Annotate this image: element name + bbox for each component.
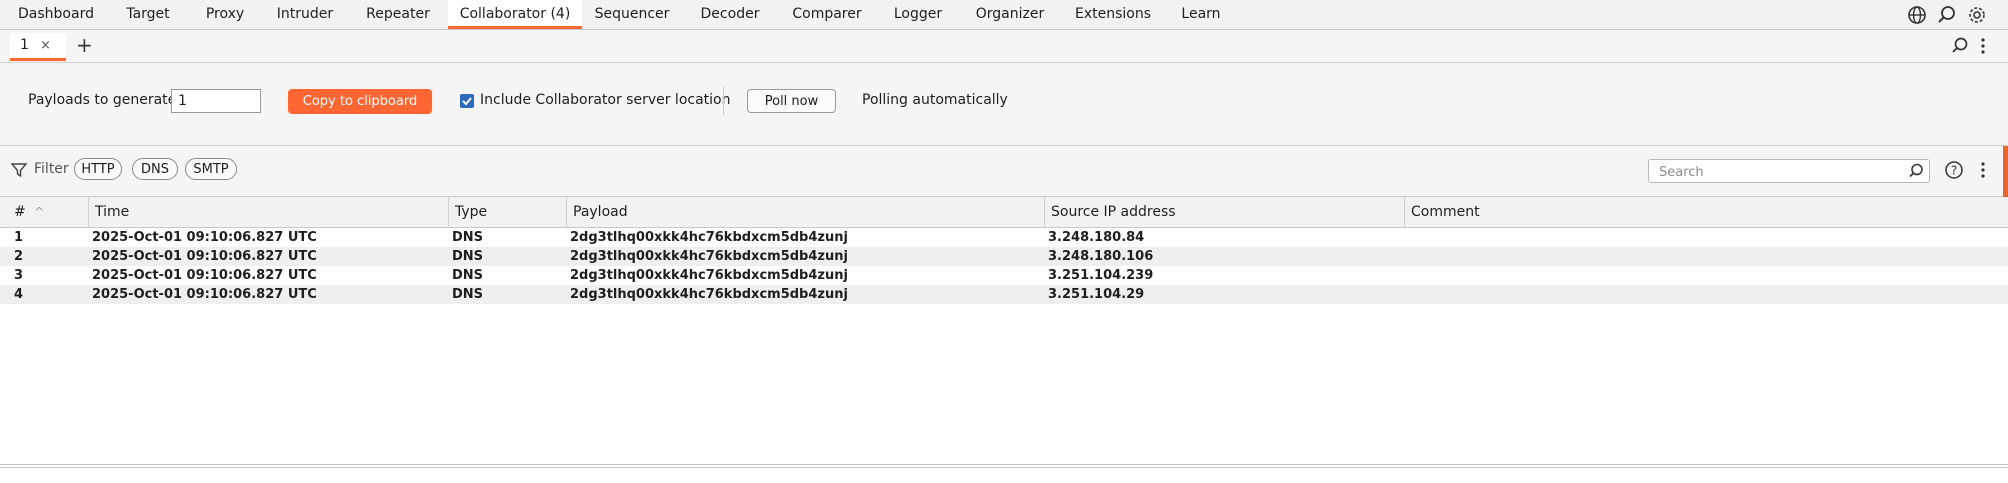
copy-to-clipboard-button[interactable]: Copy to clipboard bbox=[288, 89, 432, 114]
poll-now-button[interactable]: Poll now bbox=[747, 89, 836, 113]
sub-tab-label: 1 bbox=[20, 37, 29, 53]
divider bbox=[723, 87, 724, 115]
column-header-time[interactable]: Time bbox=[88, 197, 448, 227]
filter-pill-dns[interactable]: DNS bbox=[132, 158, 178, 180]
cell-type: DNS bbox=[452, 268, 484, 283]
payloads-input[interactable]: 1 bbox=[171, 89, 261, 113]
tab-sequencer[interactable]: Sequencer bbox=[592, 0, 672, 29]
close-icon[interactable]: × bbox=[40, 33, 51, 58]
filter-pill-http[interactable]: HTTP bbox=[74, 158, 122, 180]
help-icon[interactable]: ? bbox=[1944, 160, 1964, 184]
checkmark-icon bbox=[462, 97, 472, 106]
tab-repeater[interactable]: Repeater bbox=[358, 0, 438, 29]
column-header-type[interactable]: Type bbox=[448, 197, 566, 227]
sub-tab-bar: 1 × + bbox=[0, 30, 2008, 63]
cell-type: DNS bbox=[452, 230, 484, 245]
include-location-label: Include Collaborator server location bbox=[480, 92, 731, 108]
table-row[interactable]: 3 2025-Oct-01 09:10:06.827 UTC DNS 2dg3t… bbox=[0, 266, 2008, 285]
cell-number: 1 bbox=[14, 230, 24, 245]
column-label: # bbox=[14, 204, 26, 220]
cell-source-ip: 3.251.104.239 bbox=[1048, 268, 1154, 283]
payloads-label: Payloads to generate: bbox=[28, 92, 181, 108]
tab-proxy[interactable]: Proxy bbox=[196, 0, 254, 29]
table-row[interactable]: 4 2025-Oct-01 09:10:06.827 UTC DNS 2dg3t… bbox=[0, 285, 2008, 304]
tab-collaborator[interactable]: Collaborator (4) bbox=[448, 0, 582, 29]
cell-type: DNS bbox=[452, 249, 484, 264]
top-menu-bar: Dashboard Target Proxy Intruder Repeater… bbox=[0, 0, 2008, 30]
cell-number: 3 bbox=[14, 268, 24, 283]
sort-ascending-icon[interactable]: ^ bbox=[34, 205, 44, 219]
search-icon[interactable] bbox=[1936, 4, 1958, 26]
tab-extensions[interactable]: Extensions bbox=[1072, 0, 1154, 29]
table-row[interactable]: 1 2025-Oct-01 09:10:06.827 UTC DNS 2dg3t… bbox=[0, 228, 2008, 247]
cell-payload: 2dg3tlhq00xkk4hc76kbdxcm5db4zunj bbox=[570, 249, 848, 264]
cell-source-ip: 3.251.104.29 bbox=[1048, 287, 1145, 302]
tab-intruder[interactable]: Intruder bbox=[270, 0, 340, 29]
search-icon[interactable] bbox=[1907, 162, 1925, 184]
cell-time: 2025-Oct-01 09:10:06.827 UTC bbox=[92, 287, 317, 302]
tab-learn[interactable]: Learn bbox=[1176, 0, 1226, 29]
cell-source-ip: 3.248.180.106 bbox=[1048, 249, 1154, 264]
tab-comparer[interactable]: Comparer bbox=[788, 0, 866, 29]
svg-text:?: ? bbox=[1951, 164, 1957, 178]
filter-icon[interactable] bbox=[10, 161, 28, 183]
panel-divider[interactable] bbox=[0, 467, 2008, 468]
panel-divider bbox=[0, 464, 2008, 465]
cell-payload: 2dg3tlhq00xkk4hc76kbdxcm5db4zunj bbox=[570, 287, 848, 302]
search-box[interactable] bbox=[1648, 159, 1930, 183]
add-tab-button[interactable]: + bbox=[76, 32, 93, 58]
cell-time: 2025-Oct-01 09:10:06.827 UTC bbox=[92, 230, 317, 245]
cell-type: DNS bbox=[452, 287, 484, 302]
include-location-checkbox[interactable] bbox=[460, 94, 474, 108]
tab-target[interactable]: Target bbox=[116, 0, 180, 29]
table-row[interactable]: 2 2025-Oct-01 09:10:06.827 UTC DNS 2dg3t… bbox=[0, 247, 2008, 266]
table-header: # ^ Time Type Payload Source IP address … bbox=[0, 197, 2008, 228]
cell-payload: 2dg3tlhq00xkk4hc76kbdxcm5db4zunj bbox=[570, 268, 848, 283]
column-header-number[interactable]: # ^ bbox=[8, 197, 88, 227]
sub-tab-1[interactable]: 1 × bbox=[10, 33, 66, 61]
column-header-comment[interactable]: Comment bbox=[1404, 197, 2008, 227]
more-options-icon[interactable] bbox=[1978, 160, 1988, 184]
more-options-icon[interactable] bbox=[1978, 36, 1988, 60]
cell-time: 2025-Oct-01 09:10:06.827 UTC bbox=[92, 249, 317, 264]
tab-dashboard[interactable]: Dashboard bbox=[8, 0, 104, 29]
collaborator-controls: Payloads to generate: 1 Copy to clipboar… bbox=[0, 63, 2008, 146]
cell-number: 4 bbox=[14, 287, 24, 302]
tab-logger[interactable]: Logger bbox=[888, 0, 948, 29]
tab-decoder[interactable]: Decoder bbox=[694, 0, 766, 29]
filter-bar: Filter HTTP DNS SMTP ? bbox=[0, 146, 2008, 197]
search-icon[interactable] bbox=[1950, 36, 1970, 60]
polling-status: Polling automatically bbox=[862, 92, 1008, 108]
globe-icon[interactable] bbox=[1906, 4, 1928, 26]
tab-organizer[interactable]: Organizer bbox=[972, 0, 1048, 29]
column-header-payload[interactable]: Payload bbox=[566, 197, 1044, 227]
cell-number: 2 bbox=[14, 249, 24, 264]
cell-time: 2025-Oct-01 09:10:06.827 UTC bbox=[92, 268, 317, 283]
cell-source-ip: 3.248.180.84 bbox=[1048, 230, 1145, 245]
filter-pill-smtp[interactable]: SMTP bbox=[185, 158, 237, 180]
cell-payload: 2dg3tlhq00xkk4hc76kbdxcm5db4zunj bbox=[570, 230, 848, 245]
filter-label: Filter bbox=[34, 161, 69, 177]
search-input[interactable] bbox=[1657, 162, 1891, 182]
column-header-source-ip[interactable]: Source IP address bbox=[1044, 197, 1404, 227]
gear-icon[interactable] bbox=[1966, 4, 1988, 26]
